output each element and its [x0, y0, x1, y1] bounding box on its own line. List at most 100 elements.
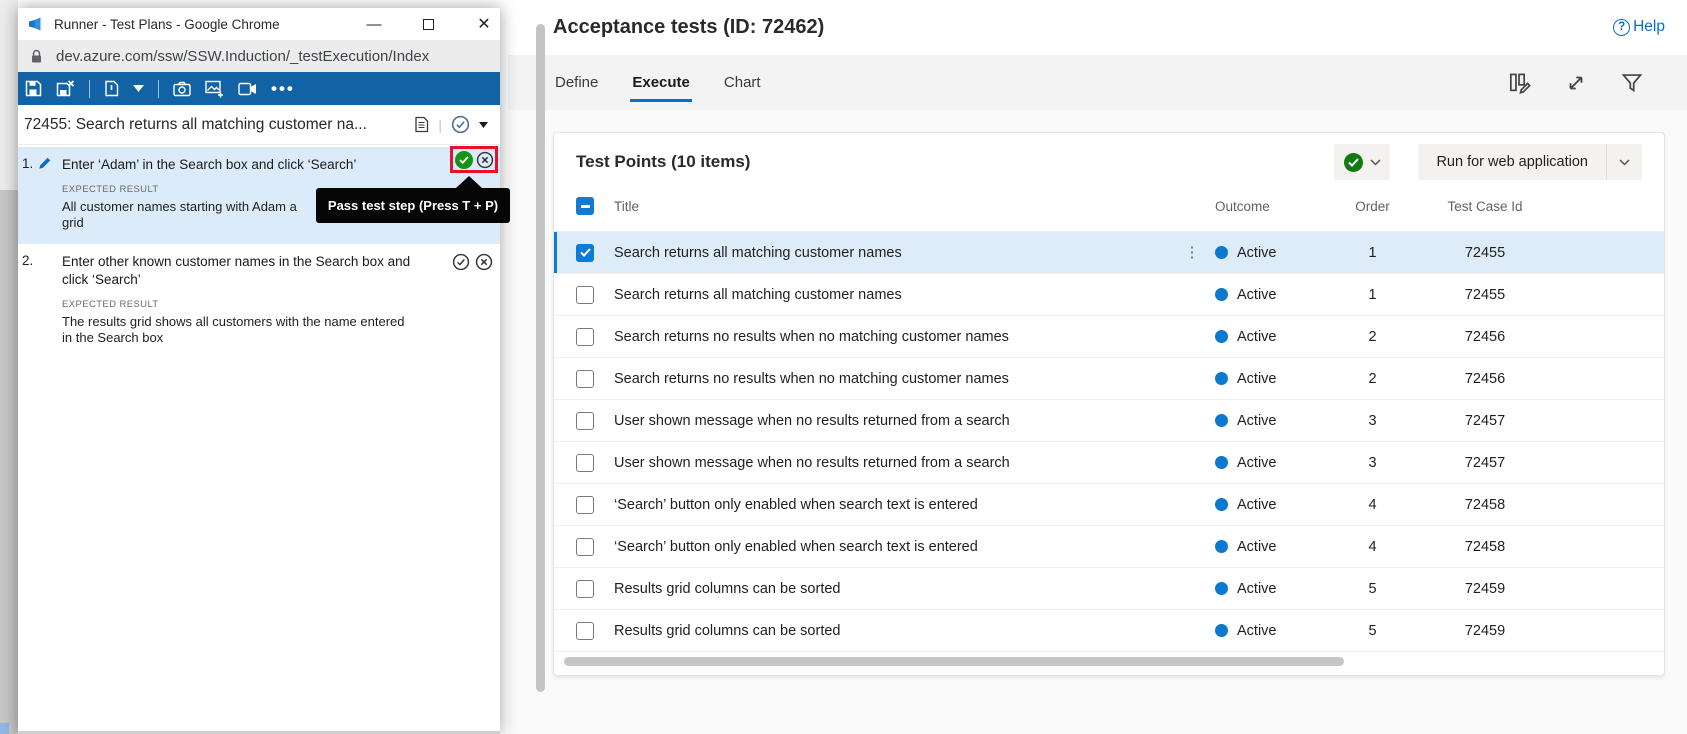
help-link[interactable]: ? Help: [1613, 18, 1665, 36]
row-checkbox-cell: [576, 580, 614, 598]
row-outcome-label: Active: [1237, 497, 1277, 513]
column-test-case-id[interactable]: Test Case Id: [1420, 199, 1550, 214]
set-outcome-button[interactable]: [1334, 144, 1390, 180]
table-row[interactable]: Results grid columns can be sorted ⋮ Act…: [554, 610, 1664, 652]
row-checkbox-cell: [576, 286, 614, 304]
row-checkbox[interactable]: [576, 538, 594, 556]
toolbar-separator: [158, 80, 159, 98]
create-bug-icon[interactable]: [104, 80, 119, 97]
step-2-actions: [452, 253, 493, 271]
screen-recording-icon[interactable]: [238, 82, 257, 96]
test-step-2[interactable]: 2. Enter other known customer names in t…: [18, 244, 500, 359]
horizontal-scrollbar[interactable]: [564, 657, 1344, 666]
row-order: 5: [1325, 623, 1420, 639]
run-button-label: Run for web application: [1418, 154, 1606, 170]
edit-columns-icon[interactable]: [1509, 72, 1531, 94]
active-outcome-icon: [1215, 624, 1228, 637]
row-checkbox[interactable]: [576, 328, 594, 346]
save-and-close-icon[interactable]: [56, 80, 75, 97]
select-all-checkbox-cell: [576, 197, 614, 215]
tab-chart[interactable]: Chart: [722, 65, 763, 102]
column-order[interactable]: Order: [1325, 199, 1420, 214]
tab-list: Define Execute Chart: [553, 65, 763, 102]
row-title: Search returns no results when no matchi…: [614, 329, 1179, 345]
background-page-strip: [0, 0, 18, 734]
active-outcome-icon: [1215, 372, 1228, 385]
row-outcome-label: Active: [1237, 455, 1277, 471]
table-row[interactable]: Search returns no results when no matchi…: [554, 358, 1664, 400]
row-checkbox[interactable]: [576, 370, 594, 388]
select-all-checkbox[interactable]: [576, 197, 594, 215]
table-row[interactable]: Search returns all matching customer nam…: [554, 274, 1664, 316]
table-row[interactable]: Results grid columns can be sorted ⋮ Act…: [554, 568, 1664, 610]
row-order: 2: [1325, 329, 1420, 345]
row-outcome-label: Active: [1237, 287, 1277, 303]
dropdown-caret-icon[interactable]: [133, 85, 144, 92]
row-context-menu[interactable]: ⋮: [1179, 250, 1205, 255]
tab-define[interactable]: Define: [553, 65, 600, 102]
pass-step-button[interactable]: [455, 151, 473, 169]
toolbar-separator: [89, 80, 90, 98]
test-plans-page: Acceptance tests (ID: 72462) ? Help Defi…: [508, 0, 1687, 734]
pass-step-button[interactable]: [452, 253, 470, 271]
fail-step-button[interactable]: [476, 151, 494, 169]
row-order: 5: [1325, 581, 1420, 597]
row-test-case-id: 72456: [1420, 371, 1550, 387]
row-outcome: Active: [1205, 497, 1325, 513]
save-icon[interactable]: [25, 80, 42, 97]
page-vertical-scrollbar[interactable]: [536, 24, 545, 692]
row-outcome-label: Active: [1237, 329, 1277, 345]
screenshot-camera-icon[interactable]: [173, 81, 191, 97]
row-title: User shown message when no results retur…: [614, 455, 1179, 471]
close-button[interactable]: ✕: [464, 8, 504, 40]
row-order: 3: [1325, 455, 1420, 471]
row-checkbox[interactable]: [576, 580, 594, 598]
row-test-case-id: 72459: [1420, 581, 1550, 597]
column-outcome[interactable]: Outcome: [1205, 199, 1325, 214]
page-title: Acceptance tests (ID: 72462): [553, 16, 824, 39]
row-checkbox[interactable]: [576, 454, 594, 472]
row-outcome: Active: [1205, 329, 1325, 345]
row-checkbox[interactable]: [576, 622, 594, 640]
work-item-icon[interactable]: [414, 116, 429, 133]
table-row[interactable]: User shown message when no results retur…: [554, 400, 1664, 442]
filter-icon[interactable]: [1621, 72, 1643, 94]
row-test-case-id: 72458: [1420, 539, 1550, 555]
row-outcome-label: Active: [1237, 371, 1277, 387]
address-bar[interactable]: dev.azure.com/ssw/SSW.Induction/_testExe…: [18, 40, 500, 72]
more-icon[interactable]: •••: [271, 84, 295, 94]
minimize-button[interactable]: —: [354, 8, 394, 40]
column-title[interactable]: Title: [614, 199, 1179, 214]
row-checkbox[interactable]: [576, 286, 594, 304]
capture-image-icon[interactable]: [205, 80, 224, 98]
table-row[interactable]: ‘Search’ button only enabled when search…: [554, 484, 1664, 526]
table-row[interactable]: User shown message when no results retur…: [554, 442, 1664, 484]
table-row[interactable]: Search returns no results when no matchi…: [554, 316, 1664, 358]
maximize-button[interactable]: [408, 8, 448, 40]
active-outcome-icon: [1215, 414, 1228, 427]
row-title: ‘Search’ button only enabled when search…: [614, 539, 1179, 555]
row-checkbox[interactable]: [576, 496, 594, 514]
table-row[interactable]: ‘Search’ button only enabled when search…: [554, 526, 1664, 568]
row-checkbox[interactable]: [576, 412, 594, 430]
tab-execute[interactable]: Execute: [630, 65, 692, 102]
edit-pencil-icon[interactable]: [38, 156, 52, 170]
table-row[interactable]: Search returns all matching customer nam…: [554, 232, 1664, 274]
row-checkbox[interactable]: [576, 244, 594, 262]
run-button[interactable]: Run for web application: [1418, 144, 1642, 180]
highlight-red-box: [450, 146, 498, 173]
outcome-caret-icon[interactable]: [479, 122, 488, 128]
row-outcome-label: Active: [1237, 245, 1277, 261]
fail-step-button[interactable]: [475, 253, 493, 271]
row-title: Results grid columns can be sorted: [614, 581, 1179, 597]
row-checkbox-cell: [576, 244, 614, 262]
row-outcome: Active: [1205, 455, 1325, 471]
full-screen-icon[interactable]: [1565, 72, 1587, 94]
background-blue-fragment: [0, 723, 9, 734]
row-outcome-label: Active: [1237, 623, 1277, 639]
run-options-split[interactable]: [1606, 144, 1642, 180]
row-outcome: Active: [1205, 245, 1325, 261]
test-case-actions: |: [414, 115, 488, 134]
mark-outcome-icon[interactable]: [451, 115, 470, 134]
row-order: 1: [1325, 245, 1420, 261]
